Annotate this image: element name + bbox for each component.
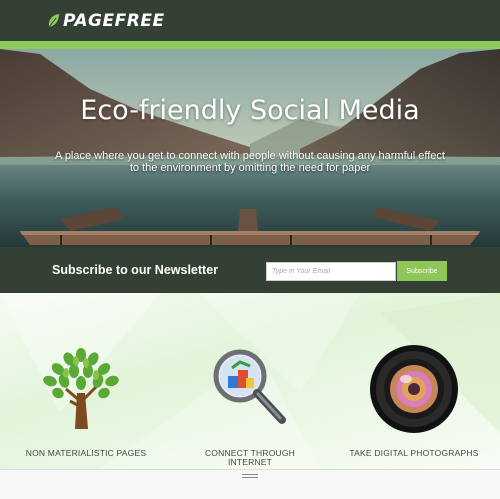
bottom-bar bbox=[0, 469, 500, 499]
subscribe-button[interactable]: Subscribe bbox=[397, 261, 447, 281]
tree-icon bbox=[43, 348, 119, 429]
logo-text: PAGEFREE bbox=[63, 11, 165, 31]
feature-label-photographs: TAKE DIGITAL PHOTOGRAPHS bbox=[349, 448, 479, 458]
header-accent-strip bbox=[0, 41, 500, 49]
hero-banner: Eco-friendly Social Media A place where … bbox=[0, 49, 500, 247]
newsletter-bar: Subscribe to our Newsletter Subscribe bbox=[0, 247, 500, 293]
email-input[interactable] bbox=[266, 262, 396, 281]
features-section: NON MATERIALISTIC PAGES CONNECT THROUGH … bbox=[0, 293, 500, 469]
camera-lens-icon bbox=[370, 345, 458, 433]
magnifier-icon bbox=[213, 349, 286, 424]
feature-label-internet: CONNECT THROUGH INTERNET bbox=[204, 448, 296, 467]
logo[interactable]: PAGEFREE bbox=[47, 11, 165, 31]
newsletter-label: Subscribe to our Newsletter bbox=[52, 263, 219, 277]
site-header: PAGEFREE bbox=[0, 0, 500, 41]
hero-subtitle: A place where you get to connect with pe… bbox=[55, 150, 445, 174]
lake-mountain-background bbox=[0, 49, 500, 247]
menu-handle-icon[interactable] bbox=[242, 474, 258, 480]
feature-label-pages: NON MATERIALISTIC PAGES bbox=[25, 448, 147, 458]
hero-title: Eco-friendly Social Media bbox=[80, 95, 420, 126]
leaf-icon bbox=[48, 14, 59, 28]
